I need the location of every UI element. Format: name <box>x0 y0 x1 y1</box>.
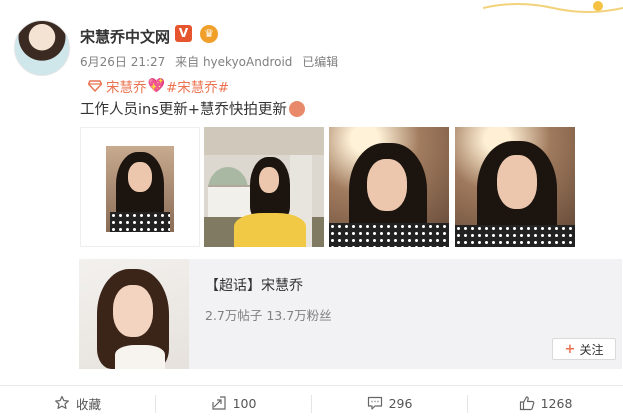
hashtag-link[interactable]: #宋慧乔# <box>166 76 229 96</box>
like-button[interactable]: 1268 <box>468 386 623 420</box>
plus-icon: + <box>564 341 576 357</box>
super-topic-tag[interactable]: 宋慧乔 💖 #宋慧乔# <box>88 76 229 96</box>
post-text: 工作人员ins更新+慧乔快拍更新 <box>80 98 305 119</box>
post-source: 来自 hyekyoAndroid <box>175 55 293 69</box>
verified-badge[interactable]: V <box>175 25 192 42</box>
post-meta: 6月26日 21:27 来自 hyekyoAndroid 已编辑 <box>80 53 344 70</box>
comment-count: 296 <box>388 395 413 411</box>
heart-icon: 💖 <box>147 78 165 94</box>
repost-icon <box>211 396 226 410</box>
decoration-icon <box>483 1 623 13</box>
repost-button[interactable]: 100 <box>156 386 311 420</box>
topic-stats: 2.7万帖子 13.7万粉丝 <box>205 308 332 323</box>
post-date[interactable]: 6月26日 21:27 <box>80 55 165 69</box>
topic-thumbnail[interactable] <box>79 259 189 369</box>
like-count: 1268 <box>540 395 573 411</box>
action-bar: 收藏 100 296 1268 <box>0 385 623 419</box>
post-photo-4[interactable] <box>455 127 575 247</box>
repost-count: 100 <box>232 395 257 411</box>
follow-label: 关注 <box>579 342 604 357</box>
favorite-label: 收藏 <box>75 396 101 412</box>
thumbs-up-icon <box>519 396 534 411</box>
weibo-post: 宋慧乔中文网 V ♛ 6月26日 21:27 来自 hyekyoAndroid … <box>0 0 623 419</box>
follow-button[interactable]: + 关注 <box>552 338 616 360</box>
comment-icon <box>367 396 382 410</box>
comment-button[interactable]: 296 <box>312 386 467 420</box>
member-badge-icon[interactable]: ♛ <box>200 25 218 43</box>
star-icon <box>55 395 69 409</box>
edited-label[interactable]: 已编辑 <box>302 55 338 69</box>
post-photo-2[interactable] <box>204 127 324 247</box>
favorite-button[interactable]: 收藏 <box>0 386 155 420</box>
super-topic-card[interactable]: 【超话】宋慧乔 2.7万帖子 13.7万粉丝 + 关注 <box>79 259 622 369</box>
topic-title[interactable]: 【超话】宋慧乔 <box>205 275 303 295</box>
author-name[interactable]: 宋慧乔中文网 <box>80 26 170 47</box>
post-photo-1[interactable] <box>80 127 200 247</box>
post-text-content: 工作人员ins更新+慧乔快拍更新 <box>80 102 287 118</box>
post-photo-3[interactable] <box>329 127 449 247</box>
avatar[interactable] <box>14 20 70 76</box>
tag-name[interactable]: 宋慧乔 <box>106 76 147 96</box>
emoji-icon <box>288 100 305 117</box>
diamond-icon <box>88 80 102 92</box>
